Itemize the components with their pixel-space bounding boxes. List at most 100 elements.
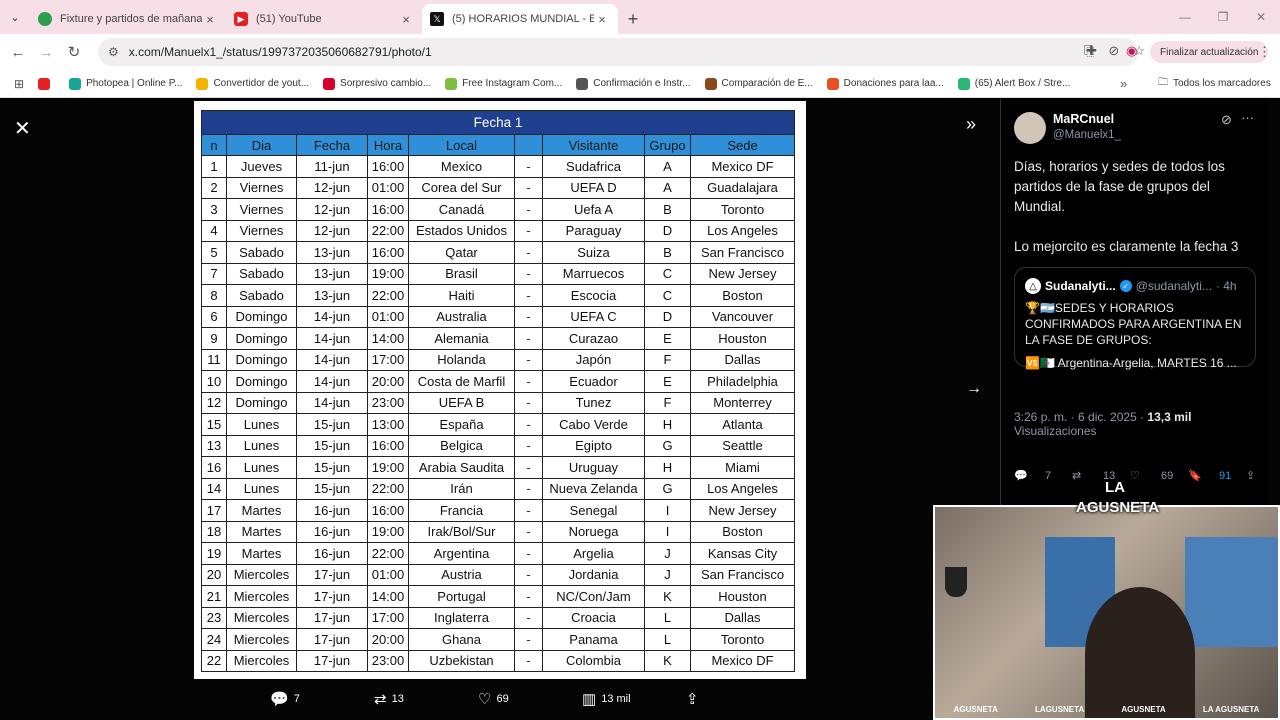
streamer-image (1085, 587, 1195, 718)
repost-button[interactable]: ⇄ 13 (374, 690, 478, 708)
close-tab-icon[interactable]: × (594, 12, 610, 27)
table-cell: Dallas (690, 606, 795, 629)
table-cell: Sabado (226, 241, 297, 264)
table-cell: Uzbekistan (408, 649, 515, 672)
table-cell: 23:00 (367, 649, 409, 672)
bookmark-item[interactable]: Comparación de E... (704, 77, 813, 90)
tab-search-button[interactable]: ⌄ (0, 0, 30, 34)
share-button[interactable]: ⇪ (686, 690, 790, 708)
table-cell: G (644, 477, 691, 500)
table-cell: Martes (226, 542, 297, 565)
table-cell: Mexico (408, 155, 515, 178)
column-header: Dia (226, 134, 297, 156)
table-cell: - (514, 219, 543, 242)
author-handle[interactable]: @Manuelx1_ (1053, 129, 1121, 141)
author-name[interactable]: MaRCnuel (1053, 112, 1114, 126)
table-cell: Qatar (408, 241, 515, 264)
tab-horarios-mundial[interactable]: 𝕏 (5) HORARIOS MUNDIAL - Busc × (422, 4, 618, 34)
table-cell: 11-jun (296, 155, 368, 178)
next-photo-icon[interactable]: → (966, 380, 982, 398)
tab-fixture[interactable]: Fixture y partidos de mañana e × (30, 4, 226, 34)
close-tab-icon[interactable]: × (202, 12, 218, 27)
column-header: Local (408, 134, 515, 156)
like-button[interactable]: ♡ 69 (478, 690, 582, 708)
update-button[interactable]: Finalizar actualización (1150, 41, 1269, 63)
quote-avatar: △ (1025, 278, 1041, 294)
table-row: 8 Sabado 13-jun 22:00 Haiti - Escocia C Boston (201, 284, 795, 307)
eye-off-icon[interactable]: ⊘ (1108, 43, 1119, 59)
table-cell: Arabia Saudita (408, 456, 515, 479)
reply-button[interactable]: 💬 7 (1014, 469, 1072, 483)
address-bar[interactable]: ⚙ x.com/Manuelx1_/status/199737203506068… (98, 38, 1138, 66)
table-cell: - (514, 542, 543, 565)
instagram-handle: AGUSNETA (953, 705, 998, 714)
table-cell: Tunez (542, 391, 645, 414)
all-bookmarks[interactable]: 🗀 Todos los marcadores (1158, 75, 1271, 92)
quoted-tweet[interactable]: △ Sudanalyti... ✓ @sudanalyti... · 4h 🏆🇦… (1014, 267, 1256, 370)
table-row: 13 Lunes 15-jun 16:00 Belgica - Egipto G Seattle (201, 434, 795, 457)
table-cell: 23:00 (367, 391, 409, 414)
table-cell: 14-jun (296, 327, 368, 350)
restore-icon[interactable]: ❐ (1204, 0, 1242, 34)
table-cell: Domingo (226, 370, 297, 393)
close-tab-icon[interactable]: × (398, 12, 414, 27)
bookmark-youtube[interactable] (38, 77, 55, 90)
grok-icon[interactable]: ⊘ (1221, 112, 1232, 128)
back-icon[interactable]: ← (4, 44, 32, 61)
table-cell: Miercoles (226, 649, 297, 672)
bookmark-icon: 🔖 (1188, 470, 1202, 482)
table-row: 20 Miercoles 17-jun 01:00 Austria - Jordania J S… (201, 563, 795, 586)
table-cell: I (644, 520, 691, 543)
table-row: 22 Miercoles 17-jun 23:00 Uzbekistan - Colombi… (201, 649, 795, 672)
instagram-comments-icon (445, 77, 458, 90)
tweet-time[interactable]: 3:26 p. m. · 6 dic. 2025 · (1014, 410, 1144, 424)
views-button[interactable]: ▥ 13 mil (582, 690, 686, 708)
reload-icon[interactable]: ↻ (60, 43, 88, 61)
table-cell: Mexico DF (690, 155, 795, 178)
table-cell: Toronto (690, 198, 795, 221)
browser-menu-icon[interactable]: ⋮ (1258, 44, 1271, 60)
table-cell: UEFA B (408, 391, 515, 414)
table-cell: Japón (542, 348, 645, 371)
expand-panel-icon[interactable]: » (966, 114, 976, 135)
bookmark-item[interactable]: (65) Alert Box / Stre... (957, 77, 1070, 90)
poster-image (1185, 537, 1278, 647)
table-cell: 15-jun (296, 477, 368, 500)
new-tab-button[interactable]: + (618, 4, 648, 34)
table-cell: L (644, 628, 691, 651)
table-cell: Jueves (226, 155, 297, 178)
bookmark-button[interactable]: 🔖 91 (1188, 469, 1246, 483)
puzzle-icon[interactable]: ✚ (1086, 43, 1097, 59)
bookmark-item[interactable]: Donaciones para laa... (826, 77, 944, 90)
close-window-icon[interactable]: ✕ (1242, 0, 1280, 34)
close-viewer-icon[interactable]: ✕ (14, 116, 31, 141)
bookmark-item[interactable]: Free Instagram Com... (445, 77, 562, 90)
bookmark-item[interactable]: Confirmación e Instr... (576, 77, 691, 90)
table-cell: 3 (201, 198, 227, 221)
table-title: Fecha 1 (201, 110, 795, 135)
table-cell: H (644, 413, 691, 436)
avatar[interactable] (1014, 112, 1046, 144)
table-cell: Lunes (226, 413, 297, 436)
table-cell: Austria (408, 563, 515, 586)
share-button[interactable]: ⇪ (1246, 469, 1280, 482)
minimize-icon[interactable]: — (1166, 0, 1204, 34)
site-info-icon[interactable]: ⚙ (108, 45, 119, 59)
table-cell: C (644, 284, 691, 307)
tweet-text: Días, horarios y sedes de todos los part… (1014, 159, 1239, 254)
table-cell: - (514, 198, 543, 221)
bookmark-item[interactable]: Convertidor de yout... (196, 77, 309, 90)
bookmark-item[interactable]: Sorpresivo cambio... (323, 77, 431, 90)
bookmark-item[interactable]: Photopea | Online P... (69, 77, 182, 90)
more-options-icon[interactable]: ··· (1241, 110, 1254, 125)
reply-button[interactable]: 💬 7 (270, 690, 374, 708)
table-cell: D (644, 219, 691, 242)
more-bookmarks-icon[interactable]: » (1120, 76, 1127, 91)
apps-icon[interactable]: ⊞ (14, 77, 24, 91)
tab-youtube[interactable]: ▶ (51) YouTube × (226, 4, 422, 34)
table-cell: - (514, 413, 543, 436)
forward-icon[interactable]: → (32, 44, 60, 61)
table-cell: Sabado (226, 262, 297, 285)
table-cell: Haiti (408, 284, 515, 307)
profile-icon[interactable]: ◉ (1126, 43, 1137, 59)
